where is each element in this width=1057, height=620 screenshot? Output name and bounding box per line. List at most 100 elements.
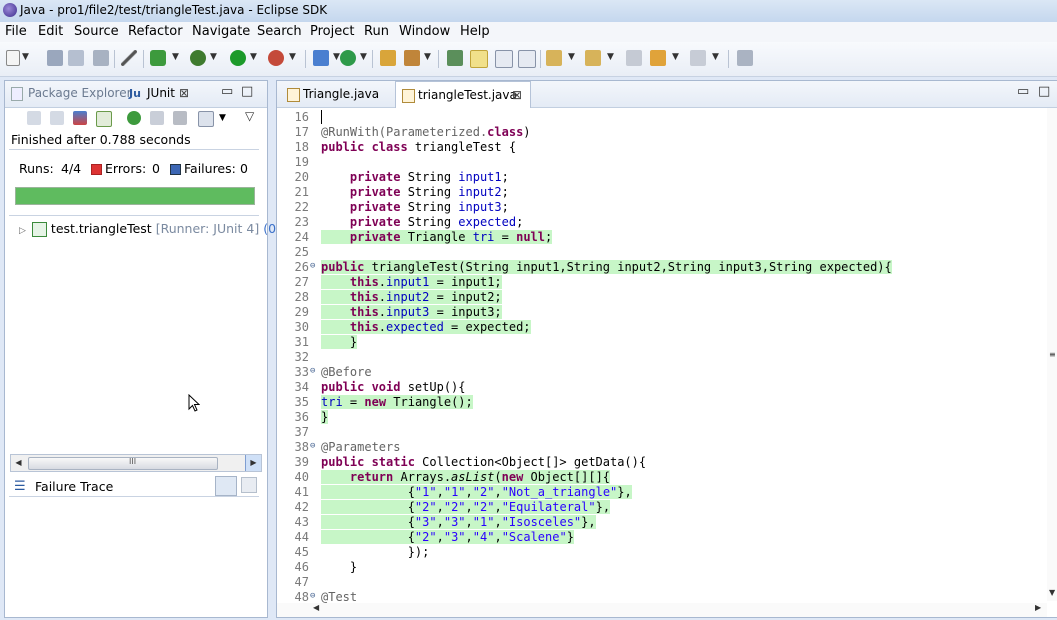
new-java-project-icon[interactable] (313, 50, 329, 66)
errors-counter: Errors: (91, 161, 146, 176)
scroll-thumb[interactable]: III (28, 457, 218, 470)
horizontal-scrollbar[interactable]: ◀ III ▶ (10, 454, 262, 472)
annotation: @RunWith(Parameterized. (321, 125, 488, 139)
chevron-down-icon[interactable]: ▼ (172, 52, 179, 62)
field: input1 (386, 275, 430, 289)
back-icon[interactable] (650, 50, 666, 66)
menu-run[interactable]: Run (364, 24, 389, 39)
chevron-down-icon[interactable]: ▼ (22, 52, 29, 62)
menu-project[interactable]: Project (310, 24, 354, 39)
menu-navigate[interactable]: Navigate (192, 24, 250, 39)
tab-package-explorer[interactable]: Package Explorer (28, 86, 132, 100)
chevron-down-icon[interactable]: ▼ (210, 52, 217, 62)
menu-file[interactable]: File (5, 24, 27, 39)
open-type-icon[interactable] (380, 50, 396, 66)
keyword: public static (321, 455, 415, 469)
run-last-icon[interactable] (150, 50, 166, 66)
previous-annotation-icon[interactable] (585, 50, 601, 66)
scroll-right-icon[interactable]: ▶ (245, 455, 261, 471)
code-area[interactable]: 16 17 @RunWith(Parameterized.class) 18 p… (277, 108, 1047, 604)
code-line: public triangleTest(String input1,String… (321, 260, 892, 274)
fold-collapse-icon[interactable]: ⊖ (310, 366, 315, 376)
stop-icon[interactable] (173, 111, 187, 125)
menu-source[interactable]: Source (74, 24, 119, 39)
chevron-down-icon[interactable]: ▼ (360, 52, 367, 62)
fold-collapse-icon[interactable]: ⊖ (310, 441, 315, 451)
left-view-tabs: Package Explorer Ju JUnit ⊠ ▭ □ (5, 81, 267, 108)
minimize-icon[interactable]: ▭ (1017, 84, 1029, 99)
code-text: triangleTest { (407, 140, 517, 154)
close-icon[interactable]: ⊠ (512, 88, 522, 102)
fold-collapse-icon[interactable]: ⊖ (310, 591, 315, 601)
horizontal-scrollbar[interactable]: ◀ ▶ (277, 603, 1047, 617)
toggle-mark-occurrences-icon[interactable] (470, 50, 488, 68)
close-icon[interactable]: ⊠ (179, 86, 189, 100)
field: input2 (386, 290, 430, 304)
skip-breakpoints-icon[interactable] (121, 50, 137, 66)
chevron-down-icon[interactable]: ▼ (607, 52, 614, 62)
keyword: private (321, 215, 401, 229)
run-icon[interactable] (230, 50, 246, 66)
forward-icon[interactable] (690, 50, 706, 66)
test-tree-item[interactable]: ▷ test.triangleTest [Runner: JUnit 4] (0 (19, 221, 276, 237)
block-selection-icon[interactable] (495, 50, 513, 68)
chevron-down-icon[interactable]: ▼ (250, 52, 257, 62)
menu-help[interactable]: Help (460, 24, 490, 39)
show-whitespace-icon[interactable] (518, 50, 536, 68)
minimize-icon[interactable]: ▭ (221, 84, 233, 99)
pin-editor-icon[interactable] (737, 50, 753, 66)
external-tools-icon[interactable] (268, 50, 284, 66)
chevron-down-icon[interactable]: ▼ (568, 52, 575, 62)
menu-edit[interactable]: Edit (38, 24, 63, 39)
string-literal: "2" (443, 500, 466, 514)
string-literal: "1" (414, 485, 437, 499)
scroll-left-icon[interactable]: ◀ (11, 455, 26, 471)
search-icon[interactable] (404, 50, 420, 66)
chevron-down-icon[interactable]: ▼ (219, 113, 226, 123)
print-icon[interactable] (93, 50, 109, 66)
tab-triangletest-java[interactable]: triangleTest.java ⊠ (395, 81, 531, 108)
debug-icon[interactable] (190, 50, 206, 66)
chevron-down-icon[interactable]: ▼ (289, 52, 296, 62)
tab-triangle-java[interactable]: Triangle.java (281, 81, 391, 107)
scroll-lock-icon[interactable] (96, 111, 112, 127)
tab-junit[interactable]: JUnit (147, 86, 175, 100)
vertical-scrollbar[interactable]: ≡ ▼ (1047, 108, 1057, 601)
chevron-down-icon[interactable]: ▼ (333, 52, 340, 62)
view-menu-icon[interactable]: ▽ (245, 109, 254, 123)
filter-stack-trace-button[interactable] (215, 476, 237, 496)
keyword: public void (321, 380, 401, 394)
code-text: ; (516, 215, 524, 229)
chevron-down-icon[interactable]: ▼ (672, 52, 679, 62)
toggle-ant-editor-icon[interactable] (447, 50, 463, 66)
maximize-icon[interactable]: □ (1038, 84, 1050, 99)
expand-arrow-icon[interactable]: ▷ (19, 226, 26, 236)
fold-collapse-icon[interactable]: ⊖ (310, 261, 315, 271)
scroll-right-icon[interactable]: ▶ (1035, 603, 1041, 612)
scroll-down-icon[interactable]: ▼ (1049, 588, 1055, 597)
previous-failure-icon[interactable] (50, 111, 64, 125)
compare-result-button[interactable] (241, 477, 257, 493)
rerun-failed-first-icon[interactable] (150, 111, 164, 125)
test-run-history-icon[interactable] (198, 111, 214, 127)
chevron-down-icon[interactable]: ▼ (712, 52, 719, 62)
maximize-icon[interactable]: □ (241, 84, 253, 99)
menu-refactor[interactable]: Refactor (128, 24, 183, 39)
save-all-icon[interactable] (68, 50, 84, 66)
new-class-icon[interactable] (340, 50, 356, 66)
chevron-down-icon[interactable]: ▼ (424, 52, 431, 62)
show-failures-only-icon[interactable] (73, 111, 87, 125)
code-line: {"2","2","2","Equilateral"}, (321, 500, 611, 514)
menu-search[interactable]: Search (257, 24, 302, 39)
scroll-left-icon[interactable]: ◀ (313, 603, 319, 612)
new-file-icon[interactable] (6, 50, 20, 66)
menu-window[interactable]: Window (399, 24, 450, 39)
rerun-test-icon[interactable] (127, 111, 141, 125)
last-edit-location-icon[interactable] (626, 50, 642, 66)
next-failure-icon[interactable] (27, 111, 41, 125)
code-text: . (378, 320, 387, 334)
next-annotation-icon[interactable] (546, 50, 562, 66)
code-line: private String input1; (321, 170, 509, 184)
save-icon[interactable] (47, 50, 63, 66)
code-text: , (436, 500, 444, 514)
